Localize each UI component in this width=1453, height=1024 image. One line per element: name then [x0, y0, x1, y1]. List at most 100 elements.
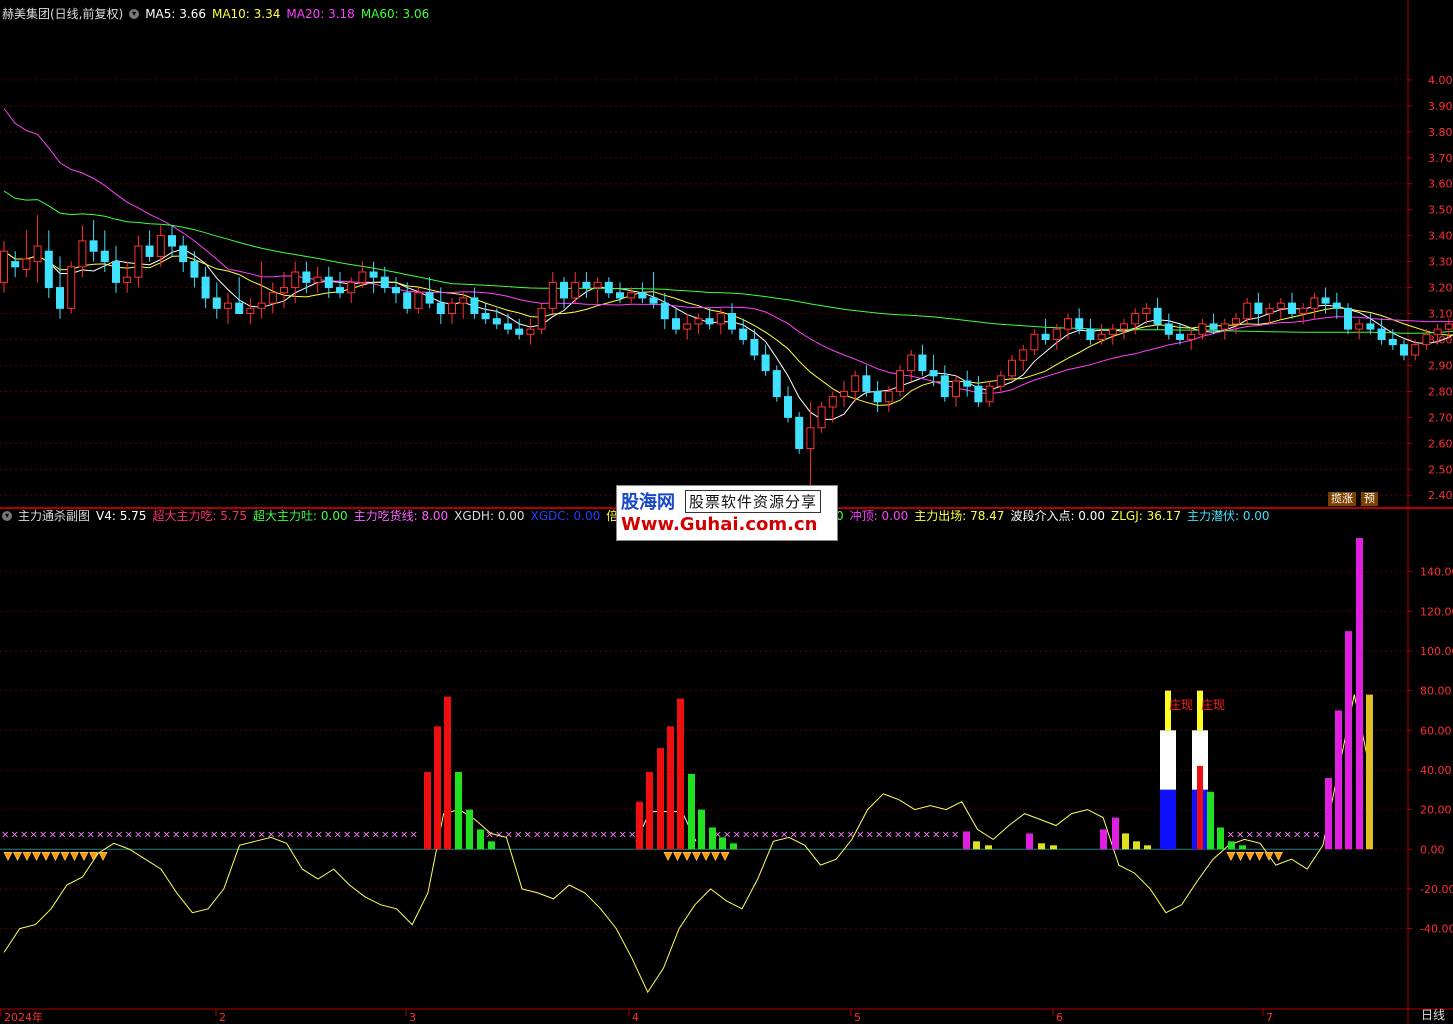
indicator-bar: [1100, 829, 1107, 850]
stock-title[interactable]: 赫美集团(日线,前复权): [2, 5, 123, 23]
x-marker: ×: [96, 829, 104, 840]
candle-body: [291, 271, 300, 289]
price-tick-label: 3.90: [1428, 100, 1453, 113]
candle-body: [324, 276, 333, 289]
x-marker: ×: [951, 829, 959, 840]
indicator-bar: [730, 843, 737, 850]
candle-body: [907, 354, 916, 372]
time-tick-label: 7: [1266, 1011, 1273, 1024]
x-marker: ×: [600, 829, 608, 840]
indicator-legend-item: 超大主力吐: 0.00: [253, 509, 348, 523]
x-marker: ×: [771, 829, 779, 840]
candle-body: [44, 250, 53, 289]
candle-body: [1052, 328, 1061, 340]
candle-body: [56, 287, 64, 309]
candle-body: [593, 281, 602, 289]
candle-body: [1086, 328, 1095, 340]
ma-legend-item: MA10: 3.34: [211, 7, 281, 21]
candle-body: [1366, 323, 1375, 330]
ma-legend-item: MA60: 3.06: [360, 7, 430, 21]
candle-body: [851, 375, 860, 392]
diamond-marker: [682, 851, 692, 861]
price-tick-label: 3.50: [1428, 204, 1453, 217]
candle-body: [750, 338, 759, 356]
candle-body: [257, 302, 266, 309]
x-marker: ×: [1293, 829, 1301, 840]
price-tick-label: 3.80: [1428, 126, 1453, 139]
x-marker: ×: [191, 829, 199, 840]
candle-body: [1321, 297, 1330, 304]
indicator-legend: V4: 5.75 超大主力吃: 5.75 超大主力吐: 0.00 主力吃货线: 8.0…: [96, 507, 654, 525]
candle-body: [672, 318, 680, 330]
x-marker: ×: [210, 829, 218, 840]
candle-body: [817, 406, 826, 429]
indicator-name[interactable]: 主力通杀副图: [18, 507, 90, 525]
indicator-legend-item: 波段介入点: 0.00: [1010, 509, 1106, 523]
diamond-marker: [1274, 851, 1283, 861]
candle-body: [1310, 297, 1319, 309]
indicator-tick-label: 20.00: [1420, 804, 1452, 817]
candle-body: [112, 261, 120, 283]
diamond-marker: [1245, 851, 1255, 861]
candle-body: [369, 271, 378, 278]
x-marker: ×: [324, 829, 332, 840]
candle-body: [604, 281, 613, 294]
x-marker: ×: [866, 829, 874, 840]
x-marker: ×: [552, 829, 560, 840]
zhuang-xian-label: 庄现: [1169, 698, 1194, 712]
candle-body: [560, 281, 568, 299]
indicator-bar: [488, 841, 495, 850]
candle-body: [1276, 302, 1285, 309]
candle-body: [996, 375, 1005, 387]
x-marker: ×: [1255, 829, 1263, 840]
candle-body: [1299, 307, 1308, 315]
candle-body: [448, 302, 456, 315]
price-tick-label: 2.60: [1428, 437, 1453, 450]
indicator-bar: [466, 809, 473, 850]
price-tick-label: 3.20: [1428, 282, 1453, 295]
diamond-marker: [673, 851, 682, 861]
indicator-tick-label: 40.00: [1420, 764, 1452, 777]
x-marker: ×: [609, 829, 617, 840]
dropdown-icon[interactable]: ▾: [2, 511, 12, 521]
x-marker: ×: [942, 829, 950, 840]
diamond-marker: [692, 851, 701, 861]
candle-body: [683, 323, 692, 330]
watermark-url: Www.Guhai.com.cn: [621, 514, 818, 535]
x-marker: ×: [1265, 829, 1273, 840]
candle-body: [145, 245, 154, 257]
x-marker: ×: [533, 829, 541, 840]
candle-body: [89, 240, 98, 252]
x-marker: ×: [505, 829, 513, 840]
indicator-legend-item: V4: 5.75: [96, 509, 147, 523]
indicator-bar: [1122, 833, 1129, 850]
candle-body: [168, 235, 176, 247]
candle-body: [347, 281, 356, 294]
x-marker: ×: [904, 829, 912, 840]
diamond-marker: [79, 851, 89, 861]
indicator-bar: [434, 726, 441, 850]
candle-body: [795, 416, 804, 449]
indicator-bar: [646, 771, 653, 850]
indicator-bar: [1366, 694, 1373, 850]
price-tick-label: 2.80: [1428, 385, 1453, 398]
candle-body: [1142, 307, 1151, 315]
candle-body: [201, 276, 210, 299]
indicator-bar: [985, 845, 992, 850]
time-tick-label: 5: [854, 1011, 861, 1024]
x-marker: ×: [514, 829, 522, 840]
candle-body: [380, 276, 389, 289]
timeframe-label[interactable]: 日线: [1418, 1008, 1448, 1022]
candle-body: [761, 354, 770, 372]
candle-body: [481, 313, 490, 320]
candle-body: [963, 380, 972, 387]
candle-body: [1288, 302, 1296, 315]
x-marker: ×: [248, 829, 256, 840]
diamond-marker: [13, 851, 22, 861]
x-marker: ×: [172, 829, 180, 840]
indicator-bar: [636, 801, 643, 850]
candle-body: [1187, 333, 1196, 340]
diamond-marker: [3, 851, 13, 861]
x-marker: ×: [49, 829, 57, 840]
dropdown-icon[interactable]: ▾: [129, 9, 140, 19]
